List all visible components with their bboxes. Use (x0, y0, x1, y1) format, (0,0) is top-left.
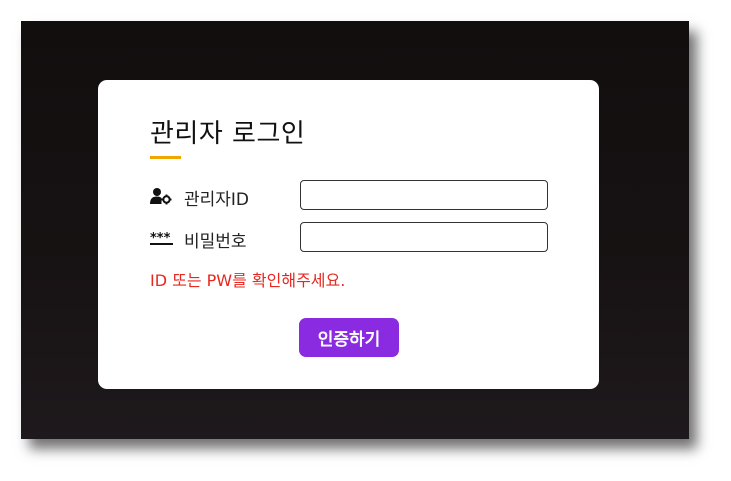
login-card: 관리자 로그인 관리자ID *** 비밀번호 ID 또는 PW를 확인해주세요.… (98, 80, 599, 389)
admin-id-label: 관리자ID (184, 190, 250, 210)
authenticate-button[interactable]: 인증하기 (299, 318, 399, 357)
password-label: 비밀번호 (184, 232, 247, 252)
login-window: 관리자 로그인 관리자ID *** 비밀번호 ID 또는 PW를 확인해주세요.… (21, 21, 689, 439)
password-dots-icon: *** (150, 229, 174, 247)
password-input[interactable] (300, 222, 548, 252)
page-title: 관리자 로그인 (150, 119, 306, 149)
password-row: *** 비밀번호 (150, 222, 550, 254)
admin-id-row: 관리자ID (150, 180, 550, 212)
error-message: ID 또는 PW를 확인해주세요. (150, 271, 346, 290)
admin-id-input[interactable] (300, 180, 548, 210)
title-underline (150, 156, 181, 159)
user-gear-icon (150, 187, 174, 205)
